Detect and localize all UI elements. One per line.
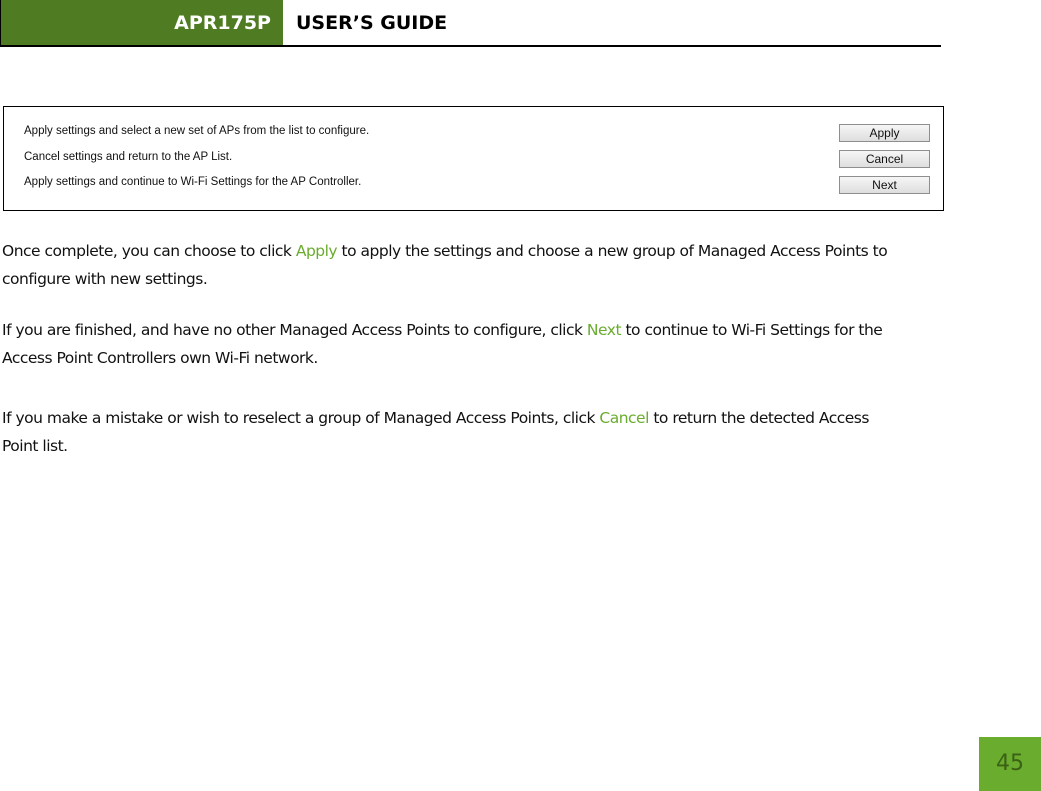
highlight-next: Next [586, 321, 622, 339]
cancel-description: Cancel settings and return to the AP Lis… [24, 151, 233, 163]
embedded-screenshot-panel: Apply settings and select a new set of A… [3, 106, 944, 211]
paragraph-apply: Once complete, you can choose to click A… [2, 237, 902, 293]
paragraph-cancel: If you make a mistake or wish to reselec… [2, 404, 872, 460]
highlight-cancel: Cancel [599, 409, 649, 427]
highlight-apply: Apply [295, 242, 338, 260]
paragraph-text: If you make a mistake or wish to reselec… [2, 409, 600, 427]
paragraph-next: If you are finished, and have no other M… [2, 316, 902, 372]
page-number-badge: 45 [979, 737, 1041, 791]
product-name: APR175P [174, 12, 271, 34]
header-divider [1, 45, 941, 47]
next-description: Apply settings and continue to Wi-Fi Set… [24, 176, 362, 188]
paragraph-text: If you are finished, and have no other M… [2, 321, 587, 339]
document-title: USER’S GUIDE [296, 12, 448, 34]
apply-button[interactable]: Apply [839, 124, 930, 142]
cancel-button[interactable]: Cancel [839, 150, 930, 168]
next-button[interactable]: Next [839, 176, 930, 194]
apply-description: Apply settings and select a new set of A… [24, 125, 370, 137]
paragraph-text: Once complete, you can choose to click [2, 242, 296, 260]
